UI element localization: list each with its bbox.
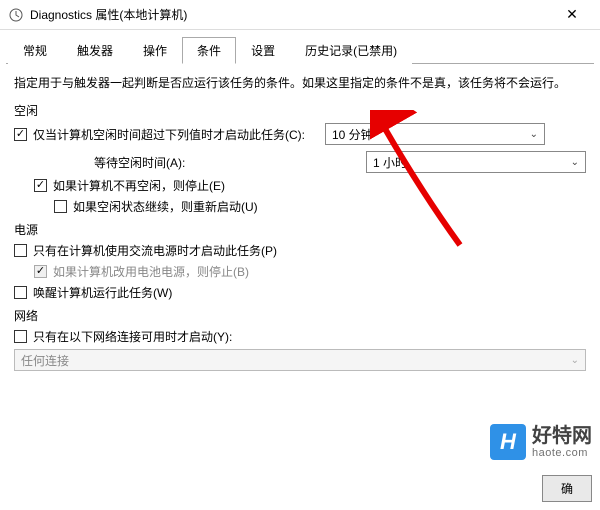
window-title: Diagnostics 属性(本地计算机) <box>30 6 552 23</box>
label-only-if-network: 只有在以下网络连接可用时才启动(Y): <box>33 328 232 345</box>
checkbox-restart-if-idle[interactable] <box>54 200 67 213</box>
description-text: 指定用于与触发器一起判断是否应运行该任务的条件。如果这里指定的条件不是真，该任务… <box>14 74 586 92</box>
checkbox-start-on-idle[interactable] <box>14 128 27 141</box>
checkbox-only-if-network[interactable] <box>14 330 27 343</box>
watermark: H 好特网 haote.com <box>490 424 592 460</box>
checkbox-stop-on-battery <box>34 265 47 278</box>
watermark-logo: H <box>490 424 526 460</box>
title-bar: Diagnostics 属性(本地计算机) ✕ <box>0 0 600 30</box>
tab-general[interactable]: 常规 <box>8 37 62 64</box>
tab-strip: 常规 触发器 操作 条件 设置 历史记录(已禁用) <box>6 34 594 64</box>
tab-content: 指定用于与触发器一起判断是否应运行该任务的条件。如果这里指定的条件不是真，该任务… <box>0 64 600 389</box>
combo-network-connection: 任何连接 ⌄ <box>14 349 586 371</box>
combo-wait-duration-value: 1 小时 <box>373 154 407 171</box>
clock-icon <box>8 7 24 23</box>
ok-button[interactable]: 确 <box>542 475 592 502</box>
watermark-en: haote.com <box>532 447 592 459</box>
tab-history[interactable]: 历史记录(已禁用) <box>290 37 412 64</box>
section-network-label: 网络 <box>14 307 586 324</box>
close-button[interactable]: ✕ <box>552 6 592 23</box>
section-idle-label: 空闲 <box>14 102 586 119</box>
tab-triggers[interactable]: 触发器 <box>62 37 128 64</box>
chevron-down-icon: ⌄ <box>571 355 579 366</box>
combo-idle-duration-value: 10 分钟 <box>332 126 373 143</box>
tab-conditions[interactable]: 条件 <box>182 37 236 64</box>
label-stop-on-battery: 如果计算机改用电池电源，则停止(B) <box>53 263 249 280</box>
section-power-label: 电源 <box>14 221 586 238</box>
checkbox-stop-if-not-idle[interactable] <box>34 179 47 192</box>
label-stop-if-not-idle: 如果计算机不再空闲，则停止(E) <box>53 177 225 194</box>
combo-idle-duration[interactable]: 10 分钟 ⌄ <box>325 123 545 145</box>
label-wake: 唤醒计算机运行此任务(W) <box>33 284 172 301</box>
tab-actions[interactable]: 操作 <box>128 37 182 64</box>
chevron-down-icon: ⌄ <box>571 157 579 168</box>
watermark-cn: 好特网 <box>532 425 592 447</box>
label-start-on-idle: 仅当计算机空闲时间超过下列值时才启动此任务(C): <box>33 126 305 143</box>
dialog-footer: 确 <box>542 475 592 502</box>
checkbox-ac-only[interactable] <box>14 244 27 257</box>
tab-settings[interactable]: 设置 <box>236 37 290 64</box>
checkbox-wake[interactable] <box>14 286 27 299</box>
label-wait-idle: 等待空闲时间(A): <box>54 154 185 171</box>
combo-wait-duration[interactable]: 1 小时 ⌄ <box>366 151 586 173</box>
chevron-down-icon: ⌄ <box>530 129 538 140</box>
label-ac-only: 只有在计算机使用交流电源时才启动此任务(P) <box>33 242 277 259</box>
label-restart-if-idle: 如果空闲状态继续，则重新启动(U) <box>73 198 258 215</box>
combo-network-value: 任何连接 <box>21 352 69 369</box>
